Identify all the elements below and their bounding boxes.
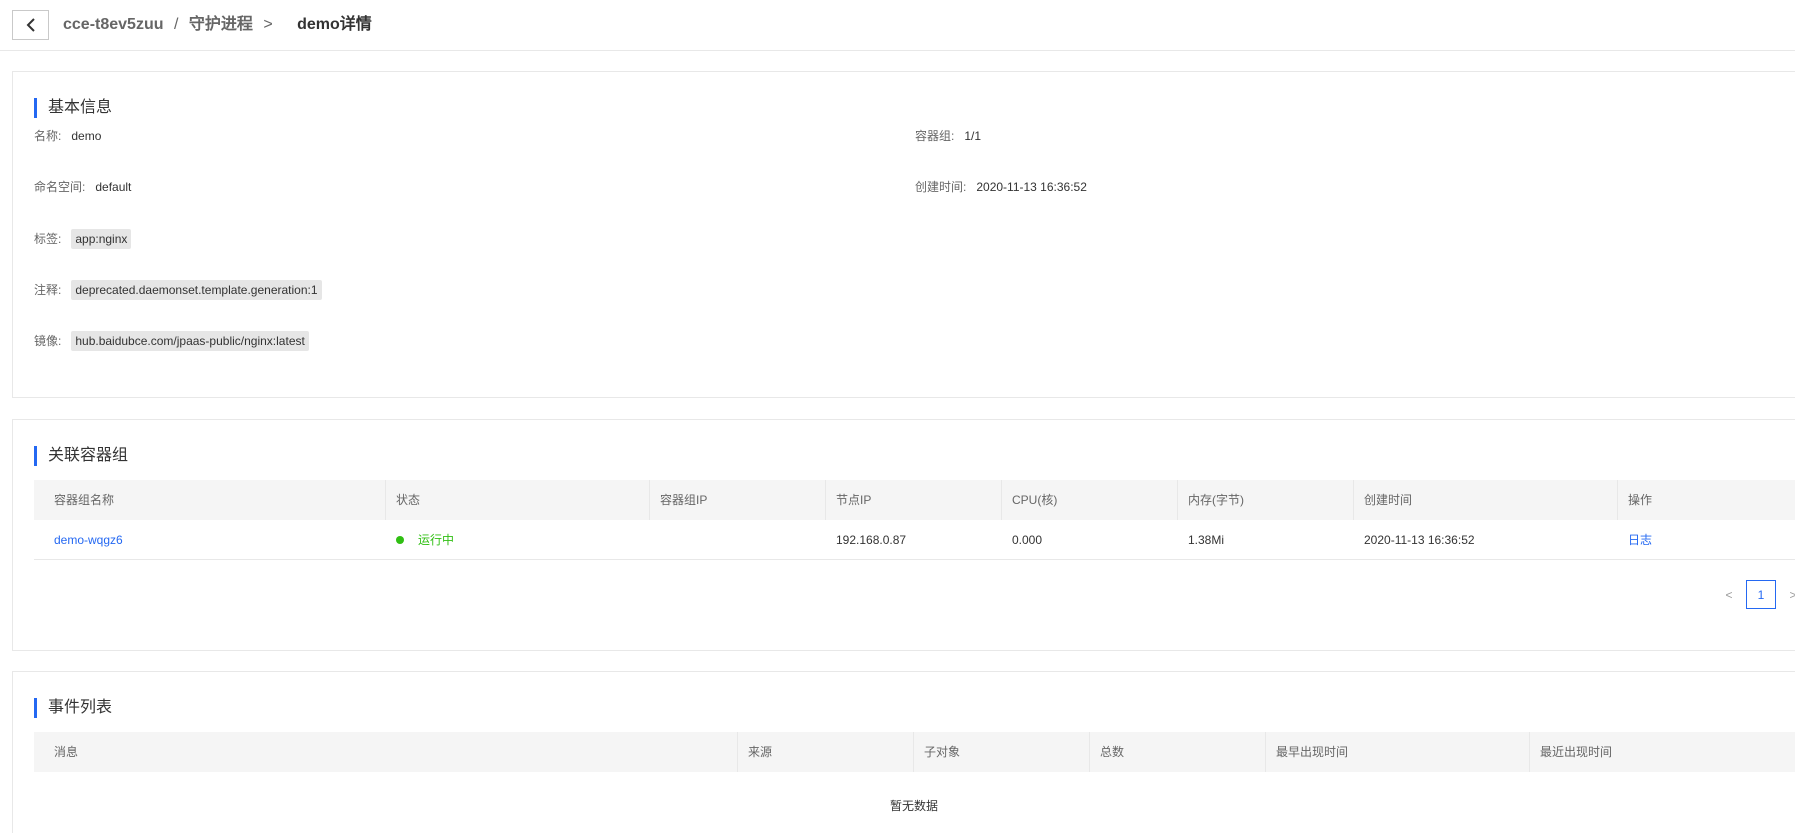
labels-field: 标签: app:nginx [34,229,132,249]
col-source: 来源 [738,732,914,772]
events-table-header: 消息 来源 子对象 总数 最早出现时间 最近出现时间 [34,732,1795,772]
page-1-button[interactable]: 1 [1746,580,1776,609]
status-cell: 运行中 [386,520,650,560]
annotations-label: 注释: [34,283,62,297]
events-card: 事件列表 消息 来源 子对象 总数 最早出现时间 最近出现时间 暂无数据 [12,671,1795,833]
col-pod-name: 容器组名称 [34,480,386,520]
cpu-cell: 0.000 [1012,533,1043,547]
pods-table-header: 容器组名称 状态 容器组IP 节点IP CPU(核) 内存(字节) 创建时间 操… [34,480,1795,520]
namespace-label: 命名空间: [34,180,86,194]
back-button[interactable] [12,10,49,40]
created-label: 创建时间: [915,180,967,194]
pod-name-cell: demo-wqgz6 [34,520,386,560]
breadcrumb-separator: / [173,16,179,33]
col-sub-object: 子对象 [914,732,1090,772]
pod-name-link[interactable]: demo-wqgz6 [54,520,123,560]
page-title: demo详情 [297,16,372,33]
col-node-ip: 节点IP [826,480,1002,520]
breadcrumb-arrow: > [263,16,273,33]
log-link[interactable]: 日志 [1628,520,1652,560]
events-table: 消息 来源 子对象 总数 最早出现时间 最近出现时间 暂无数据 [34,732,1795,833]
labels-label: 标签: [34,232,62,246]
created-value: 2020-11-13 16:36:52 [976,180,1087,194]
basic-info-title: 基本信息 [34,98,112,118]
chevron-left-icon [26,18,35,32]
col-pod-ip: 容器组IP [650,480,826,520]
col-count: 总数 [1090,732,1266,772]
pods-count-value: 1/1 [964,129,982,143]
status-text: 运行中 [418,533,455,547]
created-cell: 2020-11-13 16:36:52 [1364,533,1475,547]
actions-cell: 日志 [1618,520,1795,560]
col-actions: 操作 [1628,493,1653,507]
label-tag: app:nginx [71,229,132,249]
empty-state-text: 暂无数据 [889,799,938,813]
breadcrumb: cce-t8ev5zuu / 守护进程 > demo详情 [63,15,372,35]
top-bar: cce-t8ev5zuu / 守护进程 > demo详情 [0,0,1795,51]
name-label: 名称: [34,129,62,143]
events-title: 事件列表 [34,698,112,718]
pods-count-label: 容器组: [915,129,955,143]
table-row: demo-wqgz6 运行中 192.168.0.87 0.000 1.38Mi… [34,520,1795,560]
namespace-value: default [95,180,132,194]
basic-info-card: 基本信息 名称: demo 容器组: 1/1 命名空间: default 创建时… [12,71,1795,398]
pod-ip-cell [650,520,826,560]
col-created: 创建时间 [1354,480,1618,520]
related-pods-title: 关联容器组 [34,446,128,466]
col-message: 消息 [34,732,738,772]
image-field: 镜像: hub.baidubce.com/jpaas-public/nginx:… [34,331,309,351]
name-value: demo [71,129,102,143]
prev-page-button[interactable]: < [1718,588,1740,602]
breadcrumb-section[interactable]: 守护进程 [189,16,253,33]
name-field: 名称: demo [34,127,101,145]
namespace-field: 命名空间: default [34,178,131,196]
annotation-tag: deprecated.daemonset.template.generation… [71,280,322,300]
status-dot-icon [396,536,404,544]
memory-cell: 1.38Mi [1188,533,1225,547]
node-ip-cell: 192.168.0.87 [836,533,907,547]
col-memory: 内存(字节) [1178,480,1354,520]
pods-table: 容器组名称 状态 容器组IP 节点IP CPU(核) 内存(字节) 创建时间 操… [34,480,1795,560]
related-pods-card: 关联容器组 容器组名称 状态 容器组IP 节点IP CPU(核) 内存(字节) … [12,419,1795,651]
pods-count-field: 容器组: 1/1 [915,127,981,145]
next-page-button[interactable]: > [1782,588,1795,602]
col-last-seen: 最近出现时间 [1540,745,1613,759]
col-status: 状态 [386,480,650,520]
created-field: 创建时间: 2020-11-13 16:36:52 [915,178,1087,196]
image-tag: hub.baidubce.com/jpaas-public/nginx:late… [71,331,309,351]
pagination: < 1 > [1718,580,1795,609]
col-first-seen: 最早出现时间 [1266,732,1530,772]
annotations-field: 注释: deprecated.daemonset.template.genera… [34,280,322,300]
col-cpu: CPU(核) [1002,480,1178,520]
image-label: 镜像: [34,334,62,348]
breadcrumb-cluster[interactable]: cce-t8ev5zuu [63,16,164,33]
